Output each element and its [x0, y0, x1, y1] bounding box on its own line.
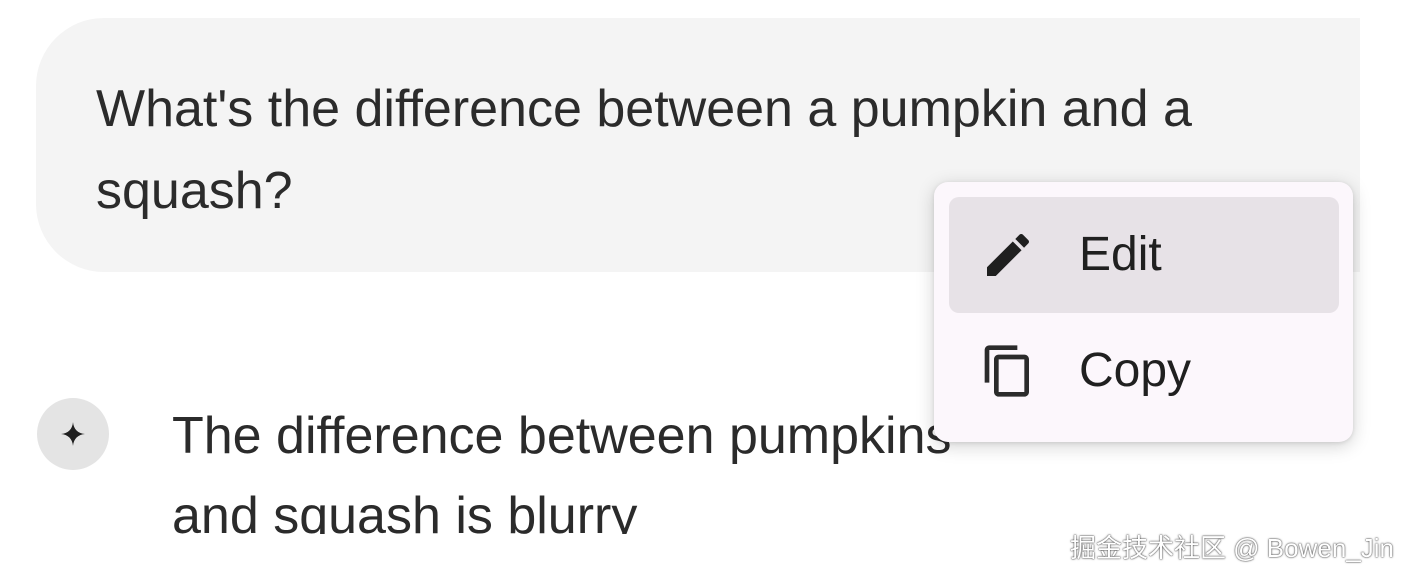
menu-item-copy[interactable]: Copy	[949, 313, 1339, 429]
copy-icon	[984, 345, 1029, 397]
watermark-text: 掘金技术社区 @ Bowen_Jin	[1069, 533, 1394, 563]
menu-item-copy-label: Copy	[1079, 344, 1192, 397]
menu-item-edit-label: Edit	[1079, 228, 1162, 281]
assistant-message: The difference between pumpkins and squa…	[172, 396, 1052, 534]
sparkle-icon	[61, 422, 85, 446]
assistant-message-text: The difference between pumpkins and squa…	[172, 407, 952, 534]
assistant-avatar	[37, 398, 109, 470]
pencil-icon	[987, 233, 1030, 276]
menu-item-edit[interactable]: Edit	[949, 197, 1339, 313]
message-context-menu: Edit Copy	[934, 182, 1353, 442]
